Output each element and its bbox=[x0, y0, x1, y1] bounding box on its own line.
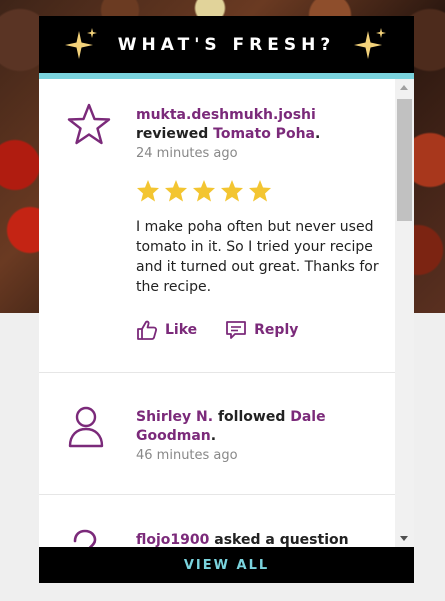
activity-feed[interactable]: mukta.deshmukh.joshi reviewed Tomato Poh… bbox=[39, 79, 395, 547]
activity-line: Shirley N. followed Dale Goodman. bbox=[136, 408, 385, 446]
recipe-link[interactable]: Tomato Poha bbox=[213, 126, 315, 142]
user-link[interactable]: Shirley N. bbox=[136, 409, 213, 425]
feed-scrollbar[interactable] bbox=[395, 79, 414, 547]
whats-fresh-widget: WHAT'S FRESH? mukta.deshmukh.joshi revie… bbox=[39, 16, 414, 583]
thumbs-up-icon bbox=[137, 320, 158, 340]
user-link[interactable]: flojo1900 bbox=[136, 532, 209, 547]
feed-item: Shirley N. followed Dale Goodman. 46 min… bbox=[39, 373, 395, 495]
star-outline-icon bbox=[67, 103, 111, 145]
user-link[interactable]: mukta.deshmukh.joshi bbox=[136, 107, 316, 123]
activity-punct: . bbox=[314, 126, 321, 142]
view-all-button[interactable]: VIEW ALL bbox=[39, 547, 414, 583]
feed-item-content: Shirley N. followed Dale Goodman. 46 min… bbox=[136, 408, 385, 463]
scrollbar-thumb[interactable] bbox=[397, 99, 412, 221]
activity-line: reviewed Tomato Poha. bbox=[136, 125, 385, 144]
star-filled-icon bbox=[249, 180, 271, 202]
activity-verb: reviewed bbox=[136, 126, 209, 142]
star-filled-icon bbox=[165, 180, 187, 202]
rating-stars bbox=[136, 179, 385, 203]
scroll-up-arrow-icon[interactable] bbox=[400, 85, 408, 90]
reply-button[interactable]: Reply bbox=[225, 319, 298, 341]
widget-title: WHAT'S FRESH? bbox=[117, 34, 336, 55]
activity-punct: . bbox=[210, 428, 217, 444]
activity-verb: followed bbox=[217, 409, 286, 425]
like-button[interactable]: Like bbox=[136, 319, 197, 341]
reply-bubble-icon bbox=[226, 321, 247, 339]
widget-header: WHAT'S FRESH? bbox=[39, 16, 414, 79]
review-text: I make poha often but never used tomato … bbox=[136, 219, 379, 295]
timestamp: 46 minutes ago bbox=[136, 448, 238, 463]
feed-item: flojo1900 asked a question bbox=[39, 495, 395, 547]
feed-item: mukta.deshmukh.joshi reviewed Tomato Poh… bbox=[39, 79, 395, 373]
feed-item-content: flojo1900 asked a question bbox=[136, 531, 385, 547]
star-filled-icon bbox=[137, 180, 159, 202]
feed-actions: Like Reply bbox=[136, 319, 385, 341]
question-mark-icon bbox=[73, 529, 97, 547]
like-label: Like bbox=[165, 322, 198, 338]
star-filled-icon bbox=[221, 180, 243, 202]
timestamp: 24 minutes ago bbox=[136, 146, 238, 161]
sparkle-icon bbox=[65, 28, 97, 59]
sparkle-icon bbox=[354, 28, 386, 59]
reply-label: Reply bbox=[254, 322, 299, 338]
feed-item-content: mukta.deshmukh.joshi reviewed Tomato Poh… bbox=[136, 106, 385, 341]
activity-verb: asked a question bbox=[214, 532, 349, 547]
person-outline-icon bbox=[68, 406, 104, 448]
activity-line: mukta.deshmukh.joshi bbox=[136, 106, 385, 125]
scroll-down-arrow-icon[interactable] bbox=[400, 536, 408, 541]
star-filled-icon bbox=[193, 180, 215, 202]
activity-line: flojo1900 asked a question bbox=[136, 531, 385, 547]
